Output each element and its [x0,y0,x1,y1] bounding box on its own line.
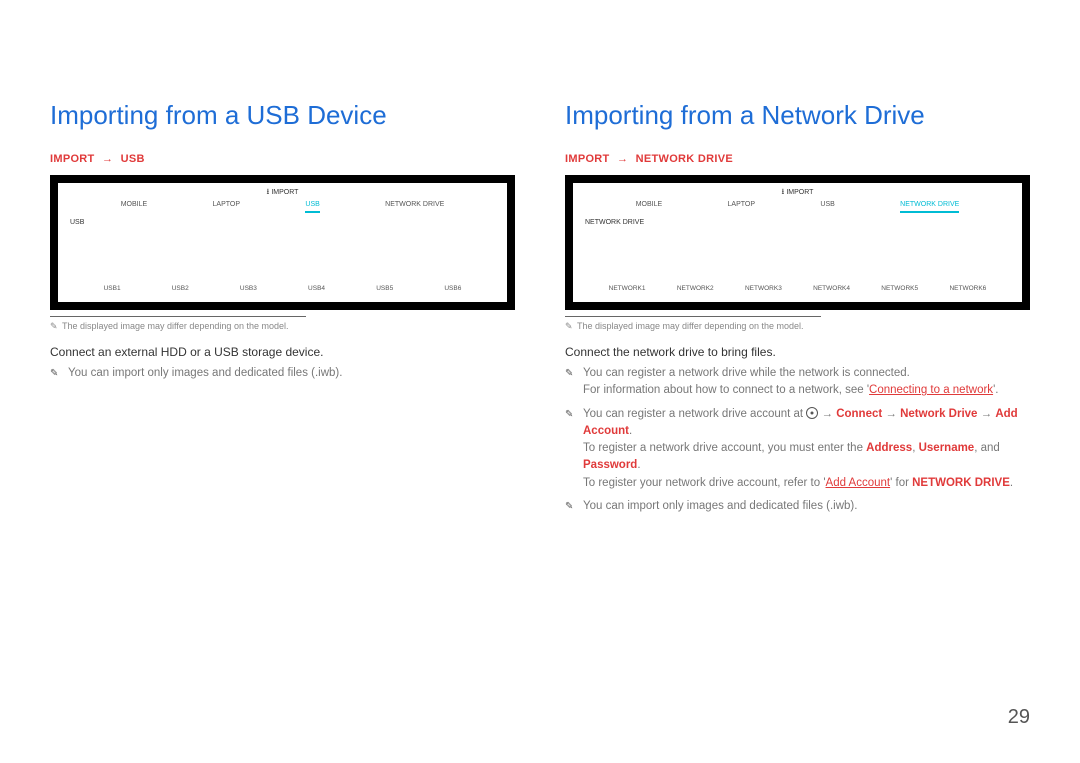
breadcrumb-arrow: → [617,153,628,165]
mock-import-label: ⭳ IMPORT [58,183,507,196]
mock-item: NETWORK2 [677,285,714,292]
gear-icon [806,407,818,419]
mock-tab: MOBILE [636,201,662,213]
breadcrumb-part: IMPORT [50,153,95,165]
mock-item: USB4 [308,285,325,292]
pen-icon: ✎ [565,322,573,330]
breadcrumb-part: NETWORK DRIVE [636,153,733,165]
divider [565,316,821,317]
mock-tab: USB [820,201,834,213]
mock-sublabel: NETWORK DRIVE [573,215,1022,226]
download-icon: ⭳ [782,188,785,196]
mock-tabs: MOBILE LAPTOP USB NETWORK DRIVE [573,196,1022,215]
mock-tab-active: USB [305,201,319,213]
mock-import-label: ⭳ IMPORT [573,183,1022,196]
mock-items: NETWORK1 NETWORK2 NETWORK3 NETWORK4 NETW… [573,285,1022,292]
mock-tab: MOBILE [121,201,147,213]
mock-item: USB3 [240,285,257,292]
left-heading: Importing from a USB Device [50,100,515,131]
note-item: You can register a network drive while t… [565,365,1030,400]
body-text: Connect the network drive to bring files… [565,345,1030,359]
mock-tabs: MOBILE LAPTOP USB NETWORK DRIVE [58,196,507,215]
right-breadcrumb: IMPORT → NETWORK DRIVE [565,153,1030,165]
mock-item: NETWORK4 [813,285,850,292]
note-item: You can import only images and dedicated… [50,365,515,382]
footnote: ✎ The displayed image may differ dependi… [50,321,515,331]
mock-item: USB1 [104,285,121,292]
download-icon: ⭳ [267,188,270,196]
breadcrumb-part: IMPORT [565,153,610,165]
divider [50,316,306,317]
note-list: You can import only images and dedicated… [50,365,515,382]
note-list: You can register a network drive while t… [565,365,1030,515]
left-column: Importing from a USB Device IMPORT → USB… [50,100,515,521]
note-item: You can import only images and dedicated… [565,498,1030,515]
page-number: 29 [1008,706,1030,729]
add-account-link[interactable]: Add Account [826,477,891,489]
right-heading: Importing from a Network Drive [565,100,1030,131]
mock-item: NETWORK3 [745,285,782,292]
mock-tab: NETWORK DRIVE [385,201,444,213]
body-text: Connect an external HDD or a USB storage… [50,345,515,359]
device-mock-usb: ⭳ IMPORT MOBILE LAPTOP USB NETWORK DRIVE… [50,175,515,310]
footnote: ✎ The displayed image may differ dependi… [565,321,1030,331]
mock-item: NETWORK6 [949,285,986,292]
mock-item: USB6 [444,285,461,292]
note-item: You can register a network drive account… [565,406,1030,492]
mock-tab: LAPTOP [213,201,241,213]
connecting-to-network-link[interactable]: Connecting to a network [869,384,993,396]
device-mock-network: ⭳ IMPORT MOBILE LAPTOP USB NETWORK DRIVE… [565,175,1030,310]
mock-sublabel: USB [58,215,507,226]
mock-item: USB5 [376,285,393,292]
mock-item: NETWORK5 [881,285,918,292]
mock-tab-active: NETWORK DRIVE [900,201,959,213]
pen-icon: ✎ [50,322,58,330]
mock-item: NETWORK1 [609,285,646,292]
mock-items: USB1 USB2 USB3 USB4 USB5 USB6 [58,285,507,292]
breadcrumb-part: USB [121,153,145,165]
breadcrumb-arrow: → [102,153,113,165]
right-column: Importing from a Network Drive IMPORT → … [565,100,1030,521]
mock-tab: LAPTOP [728,201,756,213]
mock-item: USB2 [172,285,189,292]
left-breadcrumb: IMPORT → USB [50,153,515,165]
